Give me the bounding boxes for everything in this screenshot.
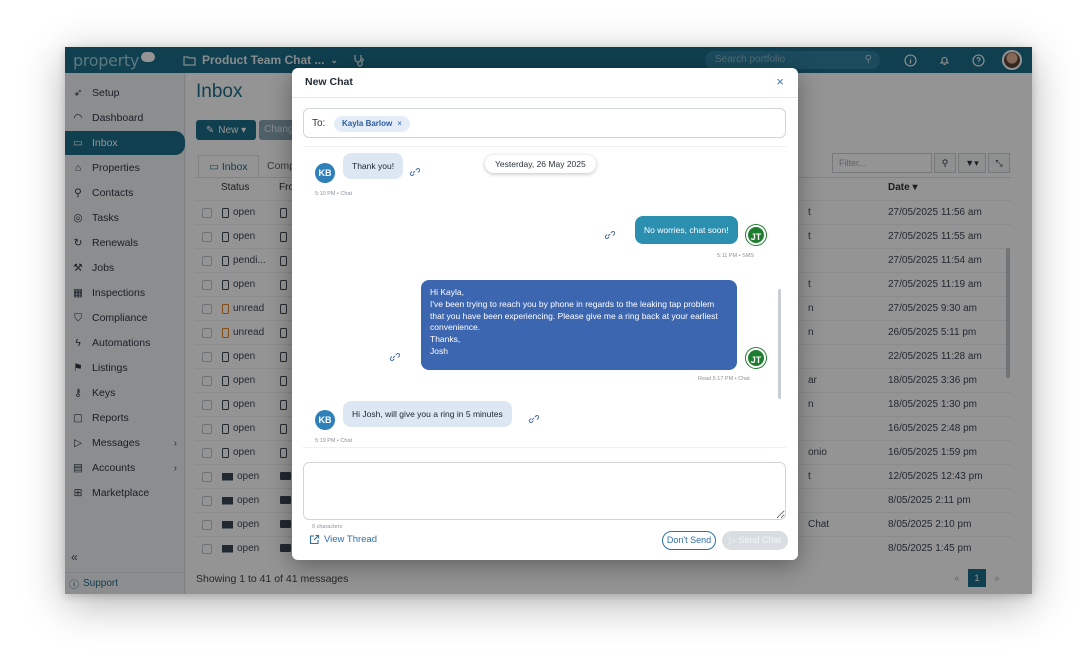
view-thread-label: View Thread bbox=[324, 534, 377, 545]
chat-thread[interactable]: KB Thank you! 5:10 PM • Chat Yesterday, … bbox=[303, 146, 786, 448]
recipient-field[interactable]: To: Kayla Barlow × bbox=[303, 108, 786, 138]
message-line: convenience. bbox=[430, 322, 481, 333]
message-meta: 5:10 PM • Chat bbox=[315, 191, 353, 197]
close-icon[interactable]: × bbox=[776, 74, 784, 89]
view-thread-link[interactable]: View Thread bbox=[309, 534, 377, 545]
avatar: KB bbox=[315, 163, 335, 183]
message-bubble: Thank you! bbox=[343, 153, 404, 179]
recipient-name: Kayla Barlow bbox=[342, 119, 393, 128]
message-line: that you have been experiencing. Please … bbox=[430, 310, 718, 321]
link-icon[interactable] bbox=[527, 413, 539, 425]
avatar: JT bbox=[746, 348, 766, 368]
message-meta: 5:11 PM • SMS bbox=[717, 253, 754, 259]
send-chat-button[interactable]: ▷ Send Chat bbox=[722, 531, 788, 550]
message-bubble: Hi Josh, will give you a ring in 5 minut… bbox=[343, 401, 512, 427]
message-line: Josh bbox=[430, 345, 448, 356]
date-separator: Yesterday, 26 May 2025 bbox=[485, 155, 596, 173]
avatar: KB bbox=[315, 410, 335, 430]
modal-header: New Chat × bbox=[292, 68, 798, 98]
link-icon[interactable] bbox=[603, 229, 615, 241]
new-chat-modal: New Chat × To: Kayla Barlow × KB Thank yo… bbox=[292, 68, 798, 560]
message-bubble: No worries, chat soon! bbox=[635, 216, 738, 244]
link-icon[interactable] bbox=[408, 166, 420, 178]
modal-title: New Chat bbox=[305, 76, 353, 88]
character-count: 0 characters bbox=[312, 524, 343, 530]
dont-send-button[interactable]: Don't Send bbox=[662, 531, 716, 550]
message-line: Thanks, bbox=[430, 334, 461, 345]
message-line: I've been trying to reach you by phone i… bbox=[430, 298, 715, 309]
link-icon[interactable] bbox=[388, 351, 400, 363]
recipient-chip[interactable]: Kayla Barlow × bbox=[334, 116, 410, 132]
message-input[interactable] bbox=[303, 462, 786, 520]
message-bubble: Hi Kayla, I've been trying to reach you … bbox=[421, 280, 737, 370]
message-meta: 5:19 PM • Chat bbox=[315, 438, 353, 444]
thread-scrollbar[interactable] bbox=[778, 289, 781, 399]
message-meta: Read 5:17 PM • Chat bbox=[698, 376, 750, 382]
avatar: JT bbox=[746, 225, 766, 245]
send-chat-label: Send Chat bbox=[738, 535, 781, 545]
message-line: Hi Kayla, bbox=[430, 287, 465, 297]
external-link-icon bbox=[309, 534, 320, 545]
remove-recipient-icon[interactable]: × bbox=[397, 116, 402, 132]
to-label: To: bbox=[312, 118, 326, 129]
